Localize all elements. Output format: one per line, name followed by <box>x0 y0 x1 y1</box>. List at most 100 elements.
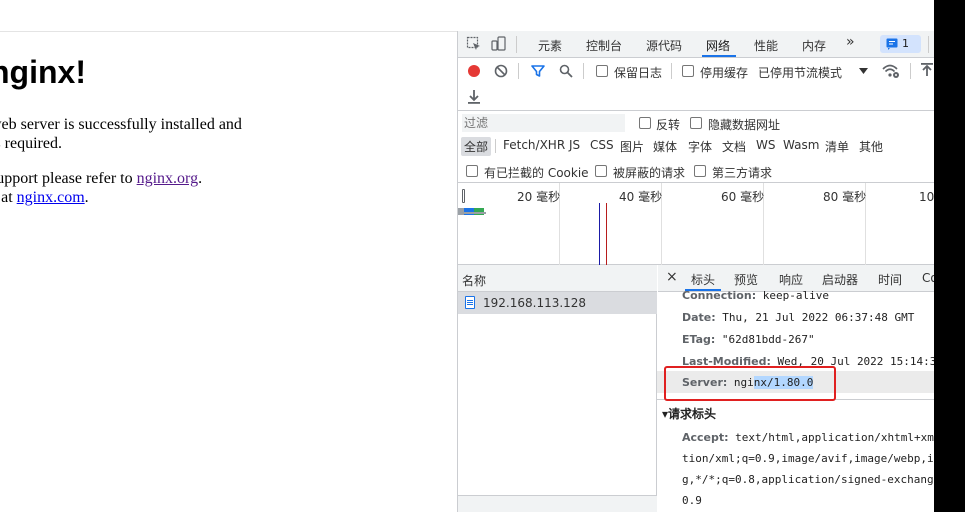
header-name: Date: <box>682 311 716 324</box>
type-filter-ws[interactable]: WS <box>756 138 775 152</box>
disable-cache-checkbox[interactable] <box>682 65 694 77</box>
header-accept: Accept: text/html,application/xhtml+xml,… <box>682 431 965 444</box>
search-icon[interactable] <box>559 64 573 78</box>
header-value: Thu, 21 Jul 2022 06:37:48 GMT <box>722 311 915 324</box>
intro-line-2: is required. <box>0 135 62 152</box>
toolbar-separator <box>910 63 911 79</box>
header-name: Connection: <box>682 289 757 301</box>
type-filter-fetch-xhr[interactable]: Fetch/XHR <box>503 138 565 152</box>
network-conditions-icon[interactable] <box>882 63 900 79</box>
toolbar-separator <box>583 63 584 79</box>
accept-value-line: text/html,application/xhtml+xml,appl <box>735 431 965 444</box>
support-line-1: support please refer to nginx.org. <box>0 169 202 188</box>
third-party-label: 第三方请求 <box>712 166 773 180</box>
tab-network[interactable]: 网络 <box>706 37 730 54</box>
tab-initiator[interactable]: 启动器 <box>822 271 858 288</box>
type-filter-js[interactable]: JS <box>569 138 580 152</box>
type-filter-font[interactable]: 字体 <box>688 138 712 155</box>
export-har-icon[interactable] <box>467 89 481 104</box>
request-name: 192.168.113.128 <box>483 296 587 310</box>
type-filter-img[interactable]: 图片 <box>620 138 644 155</box>
invert-checkbox[interactable] <box>639 117 651 129</box>
detail-tabbar: × 标头 预览 响应 启动器 时间 Cookie <box>658 265 934 292</box>
commercial-text: e at <box>0 189 13 206</box>
hide-data-urls-label: 隐藏数据网址 <box>708 118 781 132</box>
devtools-tabbar: 元素 控制台 源代码 网络 性能 内存 » 1 <box>458 31 934 58</box>
nginx-com-link[interactable]: nginx.com <box>17 189 85 206</box>
type-filter-media[interactable]: 媒体 <box>653 138 677 155</box>
overview-tick-label: 60 毫秒 <box>721 190 765 204</box>
invert-label: 反转 <box>656 118 681 132</box>
close-icon[interactable]: × <box>666 269 678 285</box>
device-toolbar-icon[interactable] <box>491 36 507 52</box>
header-value: keep-alive <box>762 289 829 301</box>
tab-sources[interactable]: 源代码 <box>646 37 682 54</box>
filter-input[interactable] <box>462 114 625 132</box>
header-name: ETag: <box>682 333 716 346</box>
tab-headers[interactable]: 标头 <box>691 271 715 288</box>
message-icon <box>886 38 898 50</box>
name-column-label: 名称 <box>462 274 487 288</box>
network-overview[interactable]: 20 毫秒 40 毫秒 60 毫秒 80 毫秒 100 毫秒 <box>458 183 934 265</box>
tab-memory[interactable]: 内存 <box>802 37 826 54</box>
request-list: 名称 192.168.113.128 <box>458 265 657 512</box>
request-row[interactable]: 192.168.113.128 <box>458 292 657 314</box>
tab-cookies[interactable]: Cookie <box>922 271 934 285</box>
status-bar <box>458 495 657 512</box>
header-etag: ETag: "62d81bdd-267" <box>682 333 815 346</box>
tab-response[interactable]: 响应 <box>779 271 803 288</box>
tab-performance[interactable]: 性能 <box>754 37 778 54</box>
type-filter-doc[interactable]: 文档 <box>722 138 746 155</box>
overview-bar-line <box>458 212 486 214</box>
filter-icon[interactable] <box>531 64 545 78</box>
highlight-annotation <box>664 366 836 401</box>
dom-content-loaded-marker <box>599 203 600 265</box>
support-text: support please refer to <box>0 170 137 187</box>
load-event-marker <box>606 203 607 265</box>
type-filter-manifest[interactable]: 清单 <box>825 138 849 155</box>
blocked-cookies-checkbox[interactable] <box>466 165 478 177</box>
accept-value-line: g,*/*;q=0.8,application/signed-exchange;… <box>682 473 965 486</box>
nginx-org-link[interactable]: nginx.org <box>137 170 198 187</box>
active-tab-indicator <box>702 55 736 57</box>
record-icon[interactable] <box>467 64 481 78</box>
type-filter-css[interactable]: CSS <box>590 138 614 152</box>
messages-badge[interactable]: 1 <box>880 35 921 53</box>
name-column-header[interactable]: 名称 <box>458 265 657 292</box>
toolbar-separator <box>671 63 672 79</box>
network-toolbar: 保留日志 停用缓存 已停用节流模式 <box>458 59 934 111</box>
third-party-checkbox[interactable] <box>694 165 706 177</box>
inspect-element-icon[interactable] <box>466 36 482 52</box>
clear-icon[interactable] <box>494 64 508 78</box>
type-filter-other[interactable]: 其他 <box>859 138 883 155</box>
tab-timing[interactable]: 时间 <box>878 271 902 288</box>
tab-separator <box>516 36 517 53</box>
disable-cache-label: 停用缓存 <box>700 66 749 80</box>
header-value: "62d81bdd-267" <box>721 333 815 346</box>
header-name: Accept: <box>682 431 729 444</box>
throttling-select[interactable]: 已停用节流模式 <box>758 64 842 81</box>
filter-bar: 反转 隐藏数据网址 全部 Fetch/XHR JS CSS 图片 媒体 字体 文… <box>458 111 934 183</box>
import-har-icon[interactable] <box>920 63 934 78</box>
tab-elements[interactable]: 元素 <box>538 37 562 54</box>
blocked-requests-label: 被屏蔽的请求 <box>613 166 686 180</box>
type-filter-all[interactable]: 全部 <box>461 137 492 156</box>
tab-separator <box>928 36 929 53</box>
request-headers-section-title[interactable]: ▾请求标头 <box>662 405 716 422</box>
type-filter-wasm[interactable]: Wasm <box>783 138 819 152</box>
hide-data-urls-checkbox[interactable] <box>690 117 702 129</box>
chevron-down-icon[interactable] <box>859 68 868 74</box>
header-date: Date: Thu, 21 Jul 2022 06:37:48 GMT <box>682 311 914 324</box>
document-icon <box>465 296 475 309</box>
page-divider <box>0 31 457 32</box>
accept-value-line: 0.9 <box>682 494 702 507</box>
overview-handle[interactable] <box>462 189 465 203</box>
tab-console[interactable]: 控制台 <box>586 37 622 54</box>
header-connection: Connection: keep-alive <box>682 289 829 301</box>
preserve-log-checkbox[interactable] <box>596 65 608 77</box>
blocked-requests-checkbox[interactable] <box>595 165 607 177</box>
more-tabs-icon[interactable]: » <box>846 34 855 50</box>
tab-preview[interactable]: 预览 <box>734 271 758 288</box>
overview-tick-label: 100 毫秒 <box>919 190 934 204</box>
support-line-2: e at nginx.com. <box>0 188 89 207</box>
